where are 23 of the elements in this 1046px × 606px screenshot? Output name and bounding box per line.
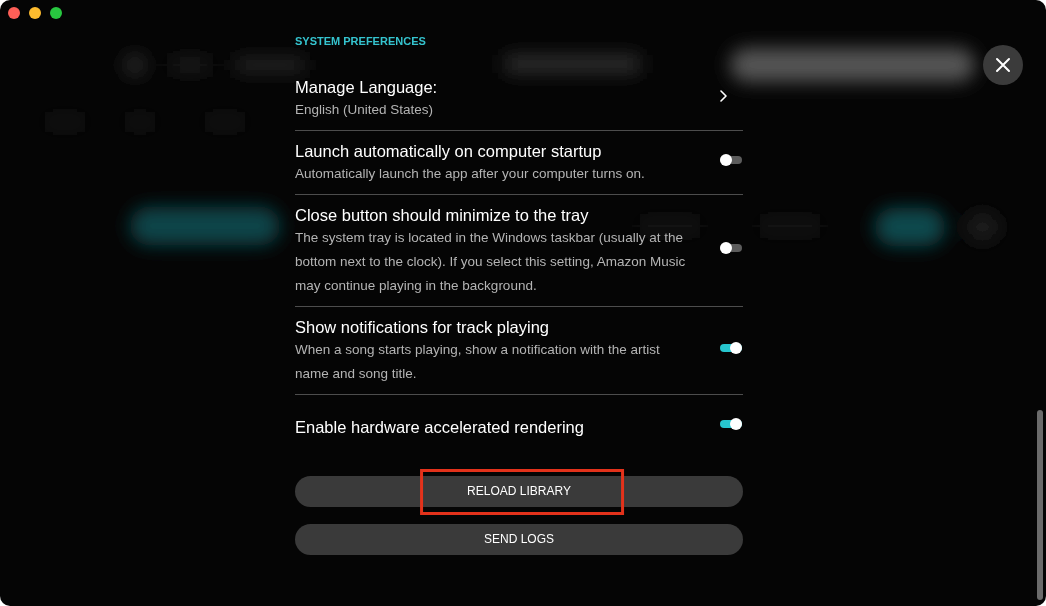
setting-description: Automatically launch the app after your computer turns on. (295, 165, 646, 183)
toggle-switch[interactable] (720, 418, 742, 430)
window-minimize-dot-icon[interactable] (29, 7, 41, 19)
setting-title: Enable hardware accelerated rendering (295, 417, 584, 438)
toggle-switch[interactable] (720, 342, 742, 354)
window-zoom-dot-icon[interactable] (50, 7, 62, 19)
setting-description: The system tray is located in the Windows taskbar (usually at the bottom next to the clock). If you select this setting, Amazon Music may continue playing in the background. (295, 229, 687, 295)
section-heading: SYSTEM PREFERENCES (295, 34, 426, 49)
setting-value: English (United States) (295, 101, 435, 119)
setting-title: Manage Language: (295, 77, 438, 98)
action-button[interactable]: SEND LOGS (295, 524, 743, 555)
window-close-dot-icon[interactable] (8, 7, 20, 19)
setting-title: Launch automatically on computer startup (295, 141, 602, 162)
setting-title: Show notifications for track playing (295, 317, 550, 338)
close-icon (995, 57, 1011, 73)
scrollbar-thumb[interactable] (1037, 410, 1043, 600)
toggle-switch[interactable] (720, 242, 742, 254)
setting-description: When a song starts playing, show a notification with the artist name and song title. (295, 341, 661, 383)
action-button[interactable]: RELOAD LIBRARY (295, 476, 743, 507)
chevron-right-icon[interactable] (720, 90, 727, 102)
toggle-switch[interactable] (720, 154, 742, 166)
setting-title: Close button should minimize to the tray (295, 205, 589, 226)
close-button[interactable] (983, 45, 1023, 85)
